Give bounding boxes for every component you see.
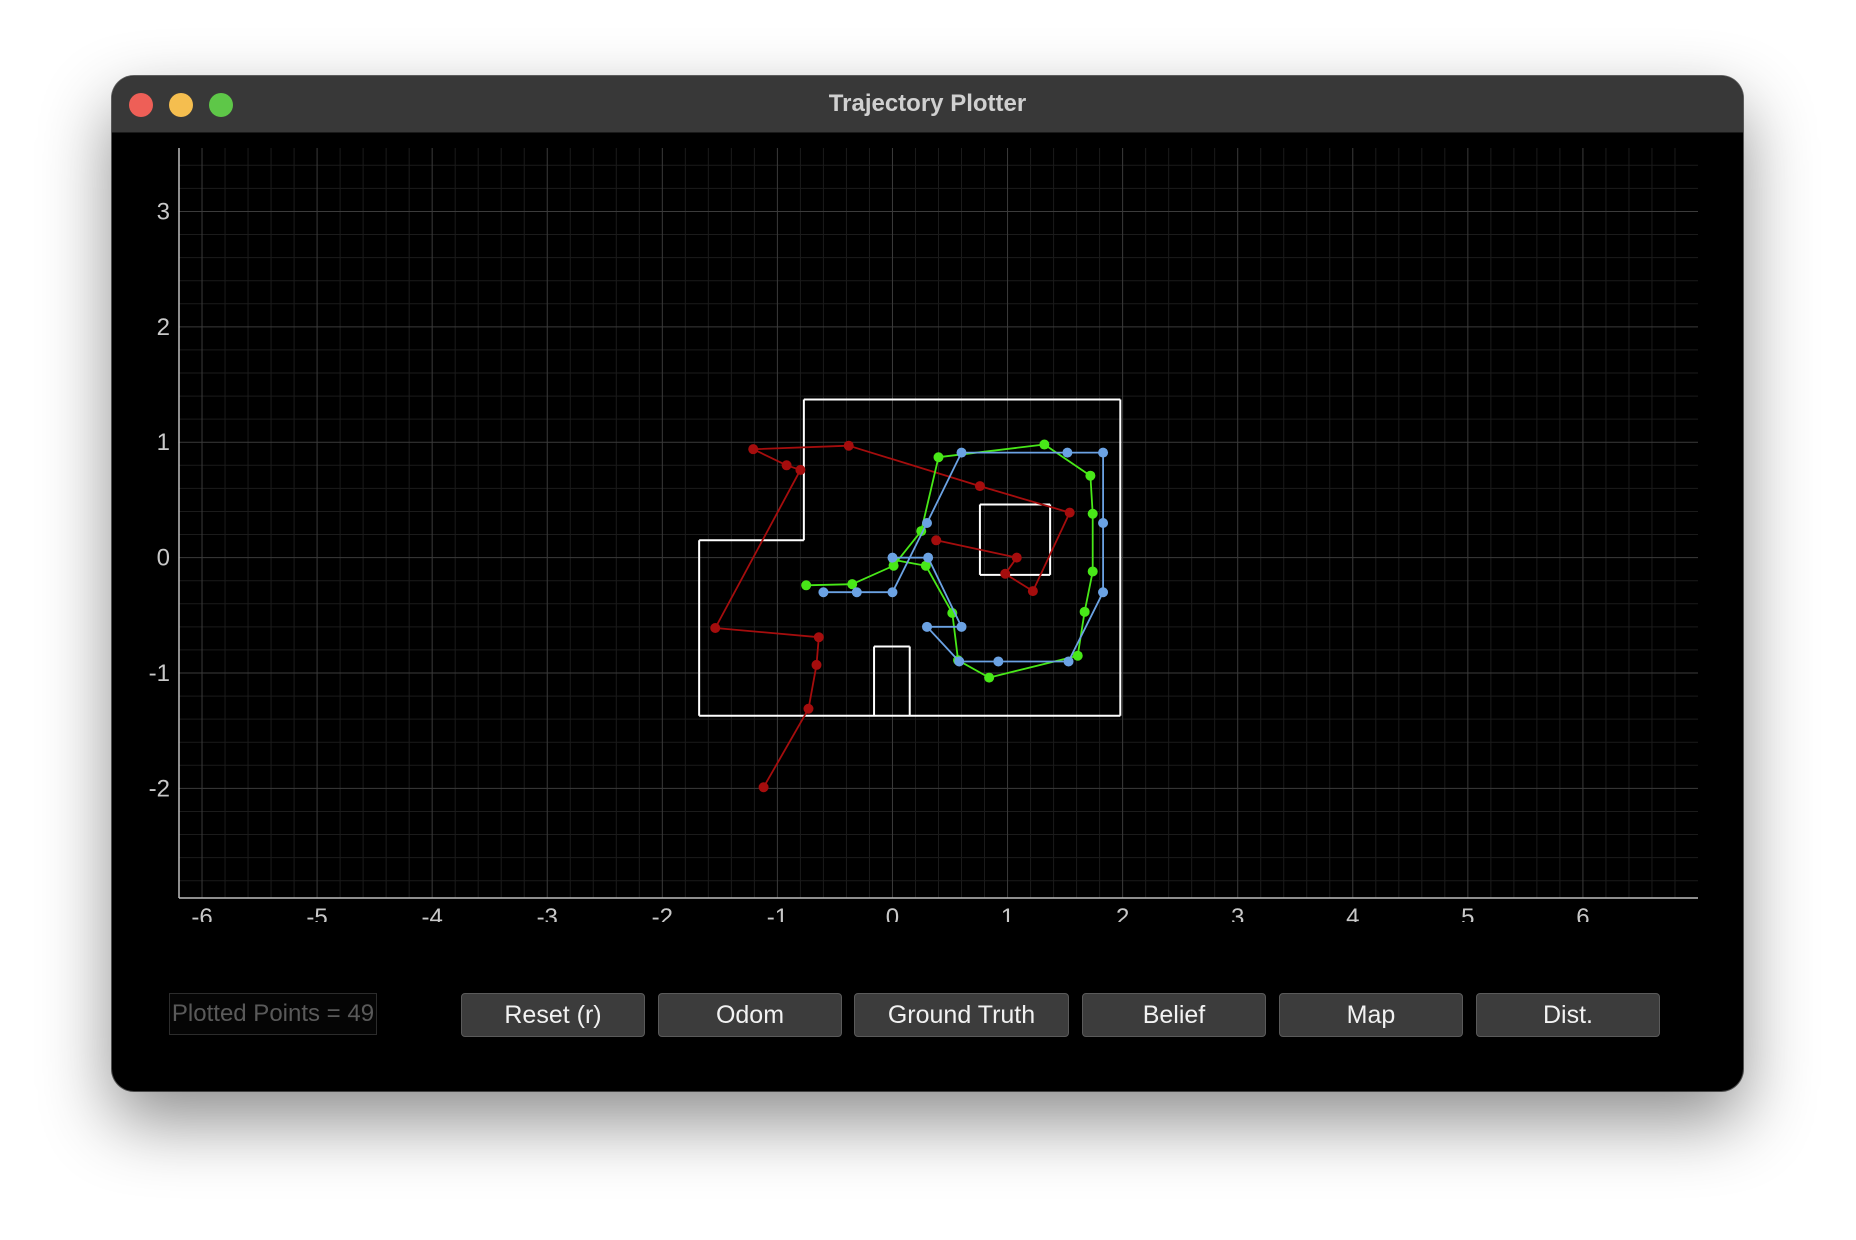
x-tick-label: 5 — [1461, 904, 1474, 922]
trajectory-point-1 — [801, 580, 812, 591]
trajectory-plot[interactable]: -6 -5 -4 -3 -2 -1 0 1 2 3 4 5 6 -2 -1 0 1 2 3 — [112, 132, 1743, 922]
trajectory-point-1 — [1072, 650, 1083, 661]
trajectory-point-0 — [974, 481, 985, 492]
trajectory-point-2 — [923, 552, 934, 563]
trajectory-point-2 — [1098, 587, 1109, 598]
plotted-points-counter: Plotted Points = 49 — [169, 993, 377, 1035]
x-tick-label: -4 — [421, 904, 442, 922]
trajectory-point-1 — [984, 672, 995, 683]
trajectory-point-2 — [851, 587, 862, 598]
trajectory-point-1 — [1087, 508, 1098, 519]
ground-truth-button[interactable]: Ground Truth — [854, 993, 1069, 1037]
trajectory-point-1 — [1085, 470, 1096, 481]
trajectory-point-2 — [1063, 656, 1074, 667]
x-tick-label: 3 — [1231, 904, 1244, 922]
trajectory-point-2 — [954, 656, 965, 667]
trajectory-plotter-window: Trajectory Plotter -6 -5 -4 -3 -2 -1 0 1 2 3 4 5 6 -2… — [112, 76, 1743, 1091]
y-tick-label: 2 — [157, 314, 170, 341]
x-tick-label: 1 — [1001, 904, 1014, 922]
trajectory-point-2 — [921, 518, 932, 528]
trajectory-point-0 — [1064, 507, 1075, 518]
trajectory-point-0 — [758, 782, 769, 793]
trajectory-point-2 — [887, 552, 898, 563]
trajectory-point-0 — [1000, 568, 1011, 579]
x-tick-label: -6 — [191, 904, 212, 922]
odom-button[interactable]: Odom — [658, 993, 842, 1037]
trajectory-point-1 — [1039, 439, 1050, 450]
trajectory-point-0 — [803, 703, 814, 714]
x-tick-label: 2 — [1116, 904, 1129, 922]
trajectory-point-0 — [843, 440, 854, 451]
x-tick-label: -5 — [306, 904, 327, 922]
trajectory-point-2 — [1098, 447, 1109, 458]
x-tick-label: 6 — [1576, 904, 1589, 922]
trajectory-point-0 — [931, 535, 942, 546]
dist-button[interactable]: Dist. — [1476, 993, 1660, 1037]
window-title: Trajectory Plotter — [828, 90, 1027, 117]
y-tick-label: -1 — [149, 660, 170, 687]
trajectory-point-2 — [887, 587, 898, 598]
trajectory-point-2 — [993, 656, 1004, 667]
trajectory-point-2 — [956, 447, 967, 458]
trajectory-point-2 — [921, 621, 932, 632]
y-tick-label: 3 — [157, 198, 170, 225]
x-tick-label: 4 — [1346, 904, 1359, 922]
x-tick-label: 0 — [886, 904, 899, 922]
belief-button[interactable]: Belief — [1082, 993, 1266, 1037]
trajectory-point-0 — [813, 632, 824, 643]
trajectory-point-2 — [1062, 447, 1073, 458]
x-tick-label: -1 — [767, 904, 788, 922]
x-tick-label: -2 — [652, 904, 673, 922]
trajectory-point-2 — [956, 621, 967, 632]
title-bar[interactable]: Trajectory Plotter — [112, 76, 1743, 133]
trajectory-point-2 — [1098, 518, 1109, 528]
map-button[interactable]: Map — [1279, 993, 1463, 1037]
trajectory-point-0 — [710, 623, 721, 633]
trajectory-point-0 — [781, 460, 792, 471]
x-tick-label: -3 — [537, 904, 558, 922]
y-tick-label: 1 — [157, 429, 170, 456]
trajectory-point-1 — [1087, 566, 1098, 577]
trajectory-point-0 — [1011, 552, 1022, 563]
trajectory-point-0 — [811, 659, 822, 670]
trajectory-point-1 — [1079, 606, 1090, 617]
reset-button[interactable]: Reset (r) — [461, 993, 645, 1037]
y-tick-label: -2 — [149, 775, 170, 802]
y-tick-label: 0 — [157, 545, 170, 572]
trajectory-point-1 — [933, 452, 944, 463]
trajectory-point-2 — [818, 587, 829, 598]
trajectory-point-0 — [748, 444, 759, 455]
trajectory-point-0 — [795, 464, 806, 475]
trajectory-point-0 — [1027, 586, 1038, 597]
